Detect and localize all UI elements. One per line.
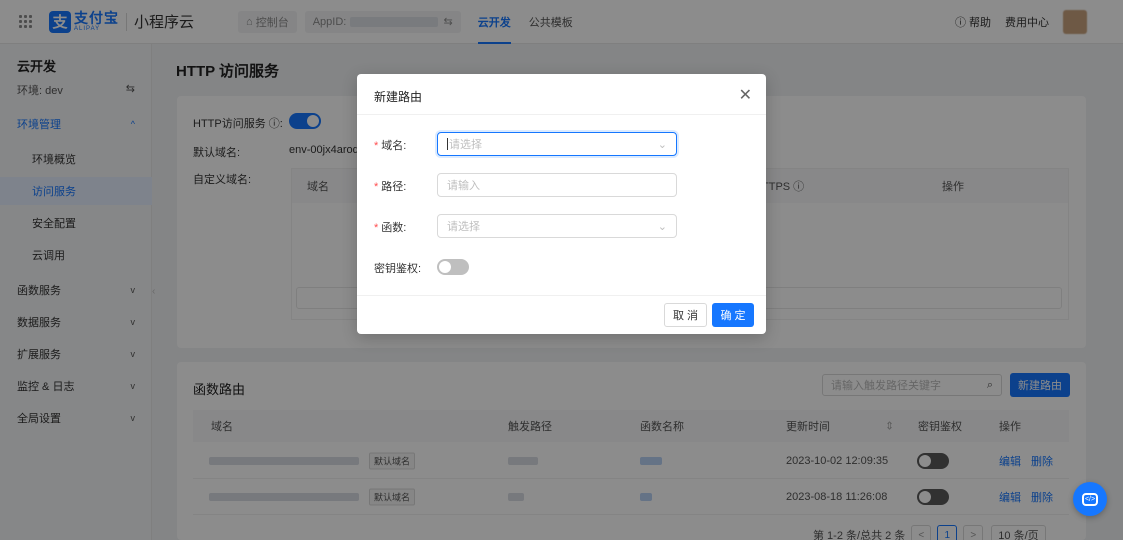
modal-title: 新建路由	[374, 90, 423, 104]
key-auth-label: 密钥鉴权:	[374, 263, 422, 275]
chevron-down-icon: ⌄	[657, 220, 667, 233]
path-input[interactable]: 请输入	[437, 173, 677, 197]
confirm-button[interactable]: 确 定	[712, 303, 754, 327]
path-input-placeholder: 请输入	[447, 180, 480, 192]
domain-select-placeholder: 请选择	[449, 139, 482, 151]
modal-header-divider	[357, 114, 766, 115]
required-mark: *	[374, 181, 379, 193]
text-caret	[447, 138, 448, 150]
modal-footer-divider	[357, 295, 766, 296]
required-mark: *	[374, 222, 379, 234]
chevron-down-icon: ⌄	[657, 138, 667, 151]
close-icon[interactable]: ✕	[739, 85, 752, 105]
required-mark: *	[374, 140, 379, 152]
new-route-modal: 新建路由 ✕ * 域名: 请选择 ⌄ * 路径: 请输入 * 函数: 请选择 ⌄ 密钥…	[357, 74, 766, 334]
key-auth-toggle[interactable]	[437, 259, 469, 275]
function-select[interactable]: 请选择 ⌄	[437, 214, 677, 238]
domain-field-label: * 域名:	[374, 140, 407, 152]
path-field-label: * 路径:	[374, 181, 407, 193]
function-field-label: * 函数:	[374, 222, 407, 234]
chat-icon: </>	[1082, 492, 1098, 506]
support-chat-button[interactable]: </>	[1073, 482, 1107, 516]
domain-select[interactable]: 请选择 ⌄	[437, 132, 677, 156]
function-select-placeholder: 请选择	[447, 221, 480, 233]
cancel-button[interactable]: 取 消	[664, 303, 707, 327]
